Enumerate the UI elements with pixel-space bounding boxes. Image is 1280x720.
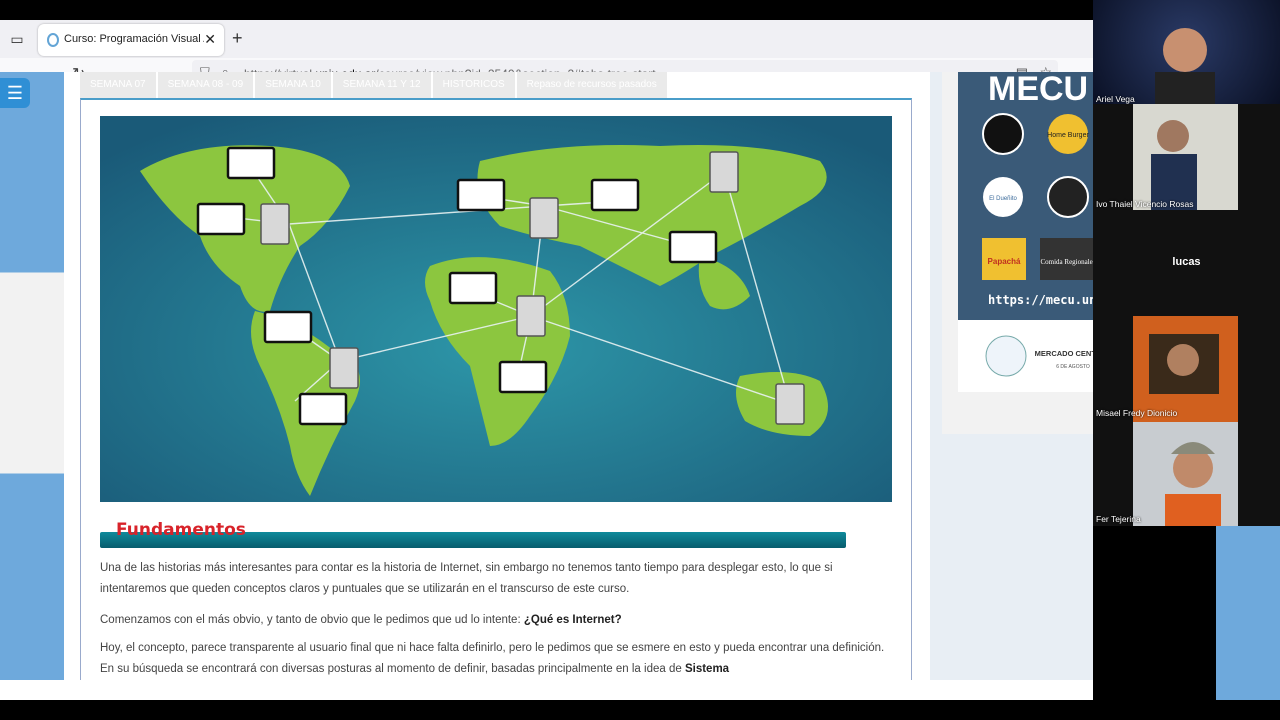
background-flag [0,72,64,680]
letterbox-bar [0,700,1280,720]
close-icon[interactable]: ✕ [204,31,216,48]
avatar [1133,316,1238,422]
paragraph-3: Hoy, el concepto, parece transparente al… [100,642,885,675]
participant-name-center: lucas [1172,256,1201,268]
participant-tile[interactable]: Ariel Vega [1093,0,1280,104]
svg-text:MERCADO CENTRAL: MERCADO CENTRAL [1035,349,1093,358]
participant-name: Misael Fredy Dionicio [1096,408,1178,418]
svg-text:El Dueñito: El Dueñito [989,196,1017,202]
week-tabs: SEMANA 07 SEMANA 08 - 09 SEMANA 10 SEMANA 1… [80,72,760,98]
participant-tile[interactable]: Ivo Thaiel Vicencio Rosas [1093,104,1280,210]
participant-name: Ivo Thaiel Vicencio Rosas [1096,199,1194,209]
new-tab-button[interactable]: + [232,28,243,49]
svg-text:Home Burger: Home Burger [1047,132,1089,139]
section-heading: Fundamentos [116,520,246,540]
section-heading-bar: Fundamentos [100,520,846,550]
week-tab[interactable]: SEMANA 08 - 09 [157,72,254,98]
course-content: SEMANA 07 SEMANA 08 - 09 SEMANA 10 SEMANA 1… [64,72,930,680]
ad-title: MECU [988,72,1088,108]
week-tab[interactable]: Repaso de recursos pasados [516,72,667,98]
participant-name: Fer Tejerina [1096,514,1141,524]
tab-bar: ▭ Curso: Programación Visual API ✕ + [0,20,1093,58]
page-content: ☰ SEMANA 07 SEMANA 08 - 09 SEMANA 10 SEMANA… [0,72,1093,680]
active-tab[interactable]: Curso: Programación Visual API ✕ [38,24,224,56]
mecu-ad-banner[interactable]: MECU Home Burger El Dueñito Papachá Comi… [958,72,1093,412]
week-tab[interactable]: SEMANA 11 Y 12 [332,72,431,98]
sidebar-ad-block: MECU Home Burger El Dueñito Papachá Comi… [942,72,1093,434]
week-tab[interactable]: SEMANA 07 [80,72,156,98]
avatar [1155,28,1215,104]
svg-text:Papachá: Papachá [988,257,1021,266]
paragraph-1: Una de las historias más interesantes pa… [100,562,833,595]
svg-text:Comida Regionales: Comida Regionales [1040,258,1093,266]
week-tab[interactable]: HISTORICOS [432,72,515,98]
participant-tile[interactable]: Misael Fredy Dionicio [1093,316,1280,422]
tab-manager-icon[interactable]: ▭ [8,30,26,48]
tab-title: Curso: Programación Visual API [64,33,204,45]
participant-tile[interactable]: Fer Tejerina [1093,422,1280,526]
favicon-icon [47,33,59,47]
section-box: Fundamentos Una de las historias más int… [80,98,912,680]
svg-text:6 DE AGOSTO: 6 DE AGOSTO [1056,364,1090,370]
menu-icon[interactable]: ☰ [0,78,30,108]
participant-name: Ariel Vega [1096,94,1135,104]
participant-tile[interactable]: lucas [1093,210,1280,316]
avatar [1133,422,1238,526]
avatar [1133,104,1238,210]
participants-panel: Ariel Vega Ivo Thaiel Vicencio Rosas luc… [1093,0,1280,526]
week-tab[interactable]: SEMANA 10 [255,72,331,98]
paragraph-2: Comenzamos con el más obvio, y tanto de … [100,614,622,626]
ad-url: https://mecu.un [988,293,1093,307]
world-network-map [100,116,892,502]
